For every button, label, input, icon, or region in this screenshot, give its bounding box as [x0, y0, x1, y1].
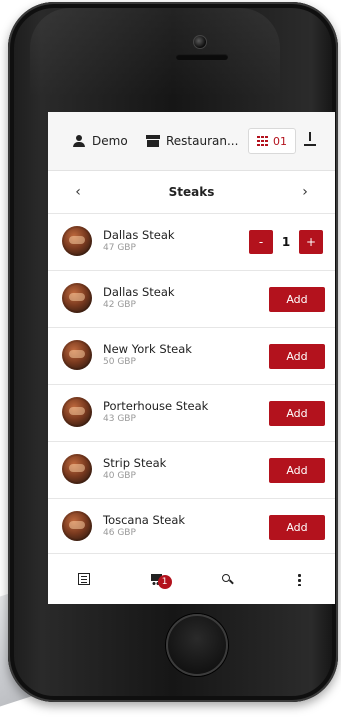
item-price: 46 GBP: [103, 528, 136, 538]
home-button[interactable]: [166, 614, 228, 676]
chevron-right-icon[interactable]: ›: [295, 184, 315, 200]
table-selector[interactable]: 01: [248, 128, 296, 154]
item-price: 43 GBP: [103, 414, 136, 424]
download-button[interactable]: [304, 132, 316, 146]
person-icon: [72, 134, 86, 148]
add-button[interactable]: Add: [269, 401, 325, 426]
item-name: Dallas Steak: [103, 285, 175, 299]
search-icon: [221, 573, 233, 585]
item-name: Toscana Steak: [103, 513, 186, 527]
nav-cart[interactable]: 1: [120, 573, 192, 589]
download-icon: [304, 132, 316, 146]
list-item: Dallas Steak 42 GBP Add: [48, 271, 335, 328]
list-item: New York Steak 50 GBP Add: [48, 328, 335, 385]
product-list: Dallas Steak 47 GBP - 1 + Dallas Steak 4…: [48, 214, 335, 556]
item-price: 47 GBP: [103, 243, 136, 253]
quantity-stepper: - 1 +: [249, 230, 323, 254]
top-bar: Demo Restauran... 01: [48, 112, 335, 171]
list-item: Strip Steak 40 GBP Add: [48, 442, 335, 499]
more-icon: [297, 572, 301, 586]
bottom-navigation: 1: [48, 553, 335, 604]
steak-thumbnail: [62, 226, 92, 256]
item-name: Dallas Steak: [103, 228, 175, 242]
cart-badge: 1: [157, 575, 172, 589]
list-item: Toscana Steak 46 GBP Add: [48, 499, 335, 556]
nav-more[interactable]: [263, 572, 335, 586]
nav-search[interactable]: [192, 573, 264, 585]
chevron-left-icon[interactable]: ‹: [68, 184, 88, 200]
steak-thumbnail: [62, 340, 92, 370]
decrement-button[interactable]: -: [249, 230, 273, 254]
add-button[interactable]: Add: [269, 344, 325, 369]
camera-icon: [193, 35, 207, 49]
item-name: Porterhouse Steak: [103, 399, 209, 413]
phone-highlight: [30, 8, 280, 98]
item-price: 50 GBP: [103, 357, 136, 367]
restaurant-label: Restauran...: [166, 134, 239, 148]
increment-button[interactable]: +: [299, 230, 323, 254]
menu-list-icon: [77, 573, 90, 585]
item-price: 42 GBP: [103, 300, 136, 310]
steak-thumbnail: [62, 283, 92, 313]
app-screen: Demo Restauran... 01 ‹ Steaks › Dallas S…: [48, 112, 335, 604]
category-title: Steaks: [168, 185, 215, 199]
table-number: 01: [273, 134, 287, 148]
restaurant-selector[interactable]: Restauran...: [146, 134, 238, 148]
steak-thumbnail: [62, 397, 92, 427]
steak-thumbnail: [62, 511, 92, 541]
user-menu[interactable]: Demo: [72, 134, 128, 148]
quantity-value: 1: [281, 235, 291, 249]
item-price: 40 GBP: [103, 471, 136, 481]
store-icon: [146, 135, 160, 147]
add-button[interactable]: Add: [269, 458, 325, 483]
add-button[interactable]: Add: [269, 515, 325, 540]
speaker-grille: [176, 54, 228, 60]
nav-menu[interactable]: [48, 573, 120, 585]
table-grid-icon: [257, 136, 269, 146]
item-name: Strip Steak: [103, 456, 167, 470]
list-item: Dallas Steak 47 GBP - 1 +: [48, 214, 335, 271]
user-label: Demo: [92, 134, 128, 148]
add-button[interactable]: Add: [269, 287, 325, 312]
item-name: New York Steak: [103, 342, 192, 356]
steak-thumbnail: [62, 454, 92, 484]
category-bar: ‹ Steaks ›: [48, 171, 335, 214]
list-item: Porterhouse Steak 43 GBP Add: [48, 385, 335, 442]
